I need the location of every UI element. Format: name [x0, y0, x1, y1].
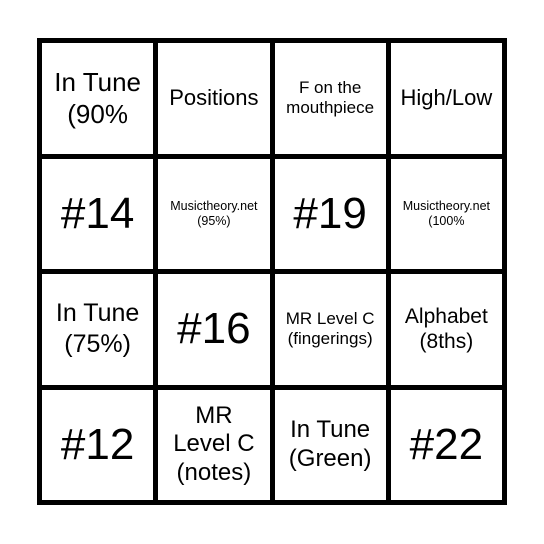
bingo-cell[interactable]: MR Level C (fingerings) — [274, 274, 386, 385]
bingo-cell[interactable]: In Tune (90% — [42, 43, 154, 154]
bingo-cell[interactable]: In Tune (75%) — [42, 274, 154, 385]
bingo-cell[interactable]: Musictheory.net (100% — [390, 158, 502, 269]
bingo-cell[interactable]: F on the mouthpiece — [274, 43, 386, 154]
bingo-cell-text: In Tune (90% — [54, 66, 141, 130]
bingo-cell-text: #14 — [60, 188, 135, 238]
bingo-cell-text: Positions — [169, 85, 259, 111]
bingo-cell[interactable]: #14 — [42, 158, 154, 269]
bingo-cell-text: F on the mouthpiece — [286, 77, 375, 118]
bingo-cell[interactable]: Alphabet (8ths) — [390, 274, 502, 385]
bingo-cell-text: #19 — [293, 188, 367, 238]
bingo-cell-text: #16 — [177, 304, 251, 354]
bingo-cell-text: Musictheory.net (95%) — [170, 198, 258, 228]
bingo-cell-text: In Tune (Green) — [288, 415, 372, 472]
bingo-cell[interactable]: Musictheory.net (95%) — [158, 158, 270, 269]
bingo-cell-text: #22 — [409, 419, 484, 469]
bingo-cell[interactable]: MR Level C (notes) — [158, 389, 270, 500]
bingo-cell[interactable]: In Tune (Green) — [274, 389, 386, 500]
bingo-cell-text: MR Level C (notes) — [173, 401, 255, 487]
bingo-cell[interactable]: Positions — [158, 43, 270, 154]
bingo-board: In Tune (90% Positions F on the mouthpiece… — [37, 38, 507, 505]
bingo-cell[interactable]: #16 — [158, 274, 270, 385]
bingo-cell-text: MR Level C (fingerings) — [285, 308, 375, 349]
bingo-cell-text: Alphabet (8ths) — [404, 305, 488, 354]
bingo-cell-text: High/Low — [400, 85, 493, 111]
bingo-cell-text: Musictheory.net (100% — [402, 198, 491, 228]
bingo-cell[interactable]: #22 — [390, 389, 502, 500]
bingo-cell[interactable]: High/Low — [390, 43, 502, 154]
bingo-cell-text: In Tune (75%) — [55, 299, 140, 359]
bingo-cell-text: #12 — [60, 419, 135, 469]
bingo-cell[interactable]: #19 — [274, 158, 386, 269]
bingo-cell[interactable]: #12 — [42, 389, 154, 500]
